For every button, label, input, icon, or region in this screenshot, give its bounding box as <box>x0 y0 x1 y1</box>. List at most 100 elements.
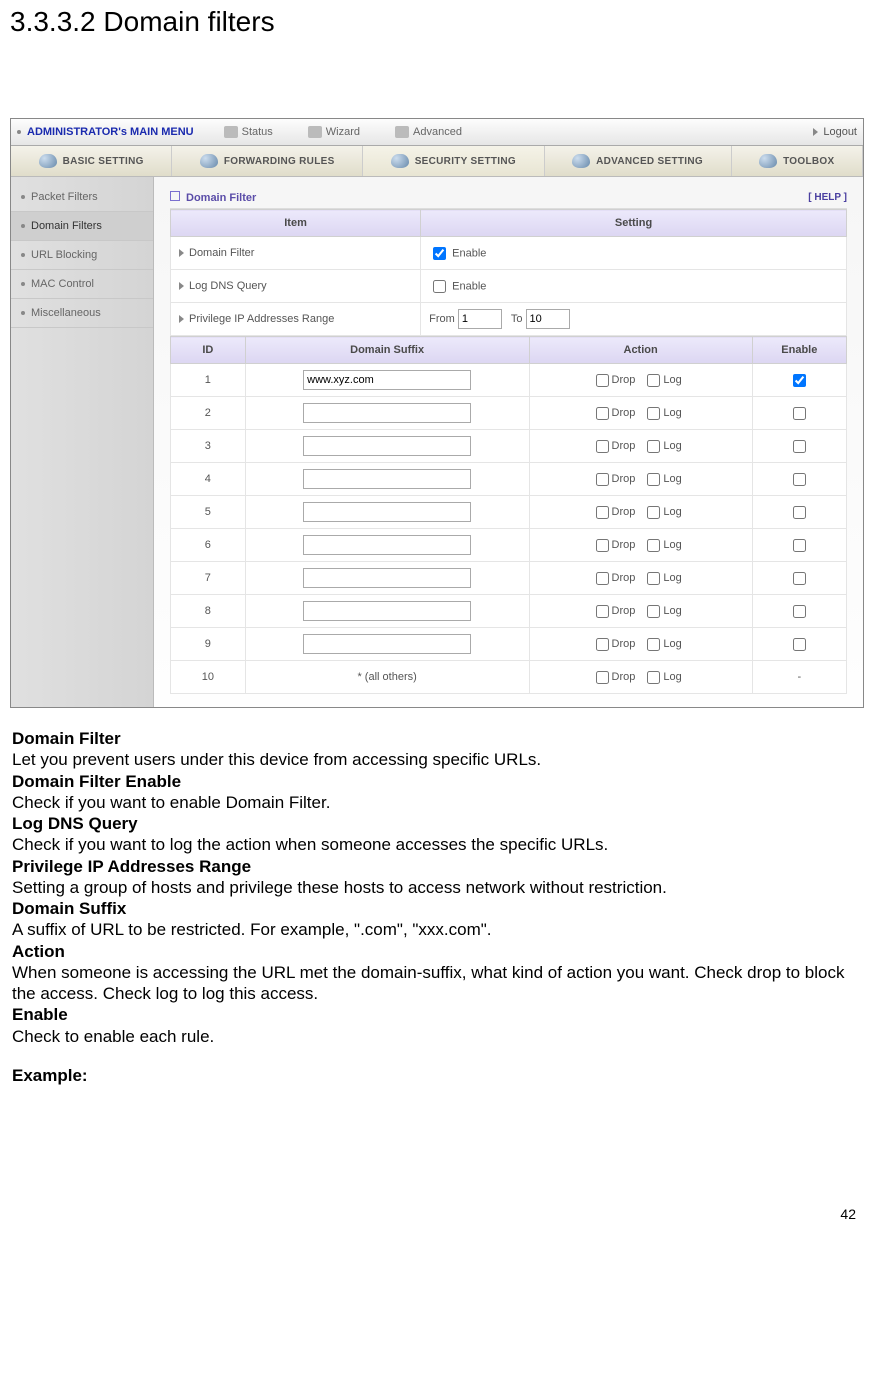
rule-id: 7 <box>171 562 246 595</box>
sidebar-item-packet-filters[interactable]: Packet Filters <box>11 183 153 212</box>
panel-title: Domain Filter <box>170 191 256 204</box>
rule-enable-cell <box>752 595 846 628</box>
sidebar-item-miscellaneous[interactable]: Miscellaneous <box>11 299 153 328</box>
rule-enable-cell <box>752 463 846 496</box>
log-label: Log <box>663 671 681 683</box>
log-checkbox[interactable] <box>647 539 660 552</box>
log-checkbox[interactable] <box>647 638 660 651</box>
router-admin-screenshot: ADMINISTRATOR's MAIN MENU Status Wizard … <box>10 118 864 708</box>
desc-body: A suffix of URL to be restricted. For ex… <box>12 919 862 940</box>
tab-toolbox[interactable]: TOOLBOX <box>732 146 864 176</box>
rule-enable-checkbox[interactable] <box>793 572 806 585</box>
help-link[interactable]: [ HELP ] <box>808 192 847 203</box>
rule-id: 2 <box>171 397 246 430</box>
nav-advanced[interactable]: Advanced <box>395 126 462 138</box>
to-label: To <box>511 313 523 325</box>
setting-value: Enable <box>421 237 847 270</box>
enable-checkbox[interactable] <box>433 280 446 293</box>
tab-security-setting[interactable]: SECURITY SETTING <box>363 146 544 176</box>
log-checkbox[interactable] <box>647 407 660 420</box>
settings-header-setting: Setting <box>421 210 847 237</box>
domain-suffix-input[interactable] <box>303 469 471 489</box>
log-checkbox[interactable] <box>647 473 660 486</box>
advanced-icon <box>395 126 409 138</box>
rule-enable-checkbox[interactable] <box>793 440 806 453</box>
domain-suffix-input[interactable] <box>303 370 471 390</box>
drop-label: Drop <box>612 473 636 485</box>
domain-suffix-input[interactable] <box>303 601 471 621</box>
drop-checkbox[interactable] <box>596 440 609 453</box>
rule-enable-cell <box>752 364 846 397</box>
log-checkbox[interactable] <box>647 572 660 585</box>
rule-enable-cell <box>752 397 846 430</box>
triangle-icon <box>179 249 184 257</box>
domain-suffix-input[interactable] <box>303 502 471 522</box>
enable-checkbox[interactable] <box>433 247 446 260</box>
log-checkbox[interactable] <box>647 440 660 453</box>
from-input[interactable] <box>458 309 502 329</box>
nav-logout[interactable]: Logout <box>813 126 857 138</box>
log-checkbox[interactable] <box>647 374 660 387</box>
log-checkbox[interactable] <box>647 506 660 519</box>
tab-icon <box>572 154 590 168</box>
rule-action-cell: DropLog <box>529 628 752 661</box>
rule-id: 5 <box>171 496 246 529</box>
sidebar-item-mac-control[interactable]: MAC Control <box>11 270 153 299</box>
sidebar-item-url-blocking[interactable]: URL Blocking <box>11 241 153 270</box>
drop-checkbox[interactable] <box>596 539 609 552</box>
drop-label: Drop <box>612 638 636 650</box>
rules-header-id: ID <box>171 337 246 364</box>
drop-label: Drop <box>612 539 636 551</box>
rule-row: 8DropLog <box>171 595 847 628</box>
rule-enable-checkbox[interactable] <box>793 473 806 486</box>
tab-basic-setting[interactable]: BASIC SETTING <box>11 146 172 176</box>
tab-icon <box>200 154 218 168</box>
nav-wizard[interactable]: Wizard <box>308 126 360 138</box>
domain-suffix-input[interactable] <box>303 436 471 456</box>
drop-checkbox[interactable] <box>596 374 609 387</box>
domain-suffix-input[interactable] <box>303 535 471 555</box>
drop-checkbox[interactable] <box>596 473 609 486</box>
nav-status[interactable]: Status <box>224 126 273 138</box>
sidebar-item-domain-filters[interactable]: Domain Filters <box>11 212 153 241</box>
status-icon <box>224 126 238 138</box>
rule-enable-checkbox[interactable] <box>793 605 806 618</box>
rule-enable-checkbox[interactable] <box>793 407 806 420</box>
desc-body: Check to enable each rule. <box>12 1026 862 1047</box>
rule-enable-checkbox[interactable] <box>793 374 806 387</box>
checkbox-label: Enable <box>452 247 486 259</box>
rule-row: 4DropLog <box>171 463 847 496</box>
domain-suffix-input[interactable] <box>303 568 471 588</box>
checkbox-label: Enable <box>452 280 486 292</box>
domain-suffix-input[interactable] <box>303 634 471 654</box>
log-checkbox[interactable] <box>647 605 660 618</box>
drop-checkbox[interactable] <box>596 605 609 618</box>
triangle-icon <box>813 128 818 136</box>
domain-suffix-input[interactable] <box>303 403 471 423</box>
rule-action-cell: DropLog <box>529 562 752 595</box>
drop-checkbox[interactable] <box>596 506 609 519</box>
drop-label: Drop <box>612 407 636 419</box>
to-input[interactable] <box>526 309 570 329</box>
tab-advanced-setting[interactable]: ADVANCED SETTING <box>545 146 732 176</box>
rule-enable-checkbox[interactable] <box>793 506 806 519</box>
rule-suffix-cell <box>245 397 529 430</box>
log-label: Log <box>663 605 681 617</box>
rule-enable-checkbox[interactable] <box>793 638 806 651</box>
rule-enable-checkbox[interactable] <box>793 539 806 552</box>
rule-suffix-cell <box>245 529 529 562</box>
tab-forwarding-rules[interactable]: FORWARDING RULES <box>172 146 363 176</box>
drop-label: Drop <box>612 572 636 584</box>
square-icon <box>170 191 180 201</box>
desc-body: Check if you want to enable Domain Filte… <box>12 792 862 813</box>
drop-checkbox[interactable] <box>596 572 609 585</box>
settings-header-item: Item <box>171 210 421 237</box>
log-checkbox[interactable] <box>647 671 660 684</box>
drop-checkbox[interactable] <box>596 638 609 651</box>
drop-checkbox[interactable] <box>596 671 609 684</box>
drop-checkbox[interactable] <box>596 407 609 420</box>
drop-label: Drop <box>612 374 636 386</box>
rule-action-cell: DropLog <box>529 496 752 529</box>
setting-label: Log DNS Query <box>171 270 421 303</box>
desc-heading: Enable <box>12 1004 862 1025</box>
